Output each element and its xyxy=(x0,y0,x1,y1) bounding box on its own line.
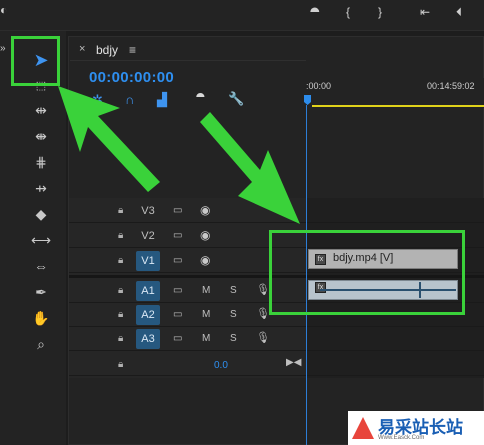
close-tab-icon[interactable]: × xyxy=(79,43,85,55)
track-name-v2[interactable]: V2 xyxy=(136,226,160,246)
sync-lock-icon[interactable]: ▭ xyxy=(173,309,182,320)
sync-lock-icon[interactable]: ▭ xyxy=(173,230,182,241)
time-ruler[interactable]: :00:00 00:14:59:02 xyxy=(306,78,484,108)
track-name-v1[interactable]: V1 xyxy=(136,251,160,271)
mute-button[interactable]: M xyxy=(202,309,210,320)
microphone-icon[interactable]: 🎙︎ xyxy=(256,307,270,320)
sync-lock-icon[interactable]: ▭ xyxy=(173,285,182,296)
watermark-subtitle: Www.Easck.Com xyxy=(378,435,425,441)
microphone-icon[interactable]: 🎙︎ xyxy=(256,331,270,344)
solo-button[interactable]: S xyxy=(230,309,237,320)
pen-tool-icon[interactable]: ✒ xyxy=(31,284,51,300)
ruler-end-label: 00:14:59:02 xyxy=(427,81,475,91)
go-to-in-icon[interactable]: ⇤ xyxy=(420,6,430,18)
eye-icon[interactable]: ◉ xyxy=(200,253,210,267)
lock-icon[interactable]: 🔒︎ xyxy=(118,205,123,216)
zoom-tool-icon[interactable]: ⌕ xyxy=(31,336,51,352)
mute-button[interactable]: M xyxy=(202,333,210,344)
go-to-end-icon[interactable]: ▶◀ xyxy=(286,357,301,368)
ripple-edit-tool-icon[interactable]: ⇹ xyxy=(31,102,51,118)
snap-icon[interactable]: ∩ xyxy=(125,92,134,107)
playhead-timecode[interactable]: 00:00:00:00 xyxy=(89,69,174,86)
microphone-icon[interactable]: 🎙︎ xyxy=(256,283,270,296)
track-name-a2[interactable]: A2 xyxy=(136,305,160,325)
track-select-tool-icon[interactable]: ⇸ xyxy=(31,180,51,196)
ruler-start-label: :00:00 xyxy=(306,81,332,91)
razor-tool-icon[interactable]: ◆ xyxy=(31,206,51,222)
timeline-settings-wrench-icon[interactable]: 🔧 xyxy=(228,91,244,107)
sync-lock-icon[interactable]: ▭ xyxy=(173,255,182,266)
sequence-tab-name[interactable]: bdjy xyxy=(96,43,118,57)
step-back-icon[interactable]: ⏴ xyxy=(456,6,462,18)
lock-icon[interactable]: 🔒︎ xyxy=(118,285,123,296)
lock-icon[interactable]: 🔒︎ xyxy=(118,255,123,266)
track-name-v3[interactable]: V3 xyxy=(136,201,160,221)
rolling-edit-tool-icon[interactable]: ⇼ xyxy=(31,128,51,144)
work-area-bar[interactable] xyxy=(312,105,484,107)
sync-lock-icon[interactable]: ▭ xyxy=(173,205,182,216)
track-row-master xyxy=(69,352,484,376)
rate-stretch-tool-icon[interactable]: ⋕ xyxy=(31,154,51,170)
track-row-a3 xyxy=(69,327,484,351)
nest-toggle-icon[interactable]: ✲ xyxy=(92,92,103,108)
add-marker-icon[interactable]: ⯊ xyxy=(196,92,205,105)
mute-button[interactable]: M xyxy=(202,285,210,296)
solo-button[interactable]: S xyxy=(230,285,237,296)
lock-icon[interactable]: 🔒︎ xyxy=(118,359,123,370)
selection-tool-highlight-box xyxy=(11,36,60,86)
mark-out-icon[interactable]: } xyxy=(378,6,382,18)
top-toolbar: ◐ ⯊ { } ⇤ ⏴ xyxy=(0,0,484,31)
solo-button[interactable]: S xyxy=(230,333,237,344)
site-watermark: 易采站长站 Www.Easck.Com xyxy=(348,411,484,445)
panel-expand-icon[interactable]: » xyxy=(0,43,6,55)
eye-icon[interactable]: ◉ xyxy=(200,203,210,217)
sync-lock-icon[interactable]: ▭ xyxy=(173,333,182,344)
eye-icon[interactable]: ◉ xyxy=(200,228,210,242)
track-name-a3[interactable]: A3 xyxy=(136,329,160,349)
add-marker-icon[interactable]: ⯊ xyxy=(310,6,320,18)
slide-tool-icon[interactable]: ⇔ xyxy=(31,258,51,274)
slip-tool-icon[interactable]: ⟷ xyxy=(31,232,51,248)
panel-edge-icon: ◐ xyxy=(0,3,8,17)
panel-menu-icon[interactable]: ≡ xyxy=(129,43,136,57)
watermark-logo xyxy=(352,417,374,439)
clip-highlight-box xyxy=(269,230,465,315)
lock-icon[interactable]: 🔒︎ xyxy=(118,309,123,320)
mark-in-icon[interactable]: { xyxy=(346,6,350,18)
lock-icon[interactable]: 🔒︎ xyxy=(118,230,123,241)
master-volume-value[interactable]: 0.0 xyxy=(214,360,228,371)
track-name-a1[interactable]: A1 xyxy=(136,281,160,301)
hand-tool-icon[interactable]: ✋ xyxy=(31,310,51,326)
lock-icon[interactable]: 🔒︎ xyxy=(118,333,123,344)
linked-selection-icon[interactable]: ▟ xyxy=(157,92,167,108)
tab-divider xyxy=(70,60,306,61)
track-row-v3 xyxy=(69,199,484,223)
